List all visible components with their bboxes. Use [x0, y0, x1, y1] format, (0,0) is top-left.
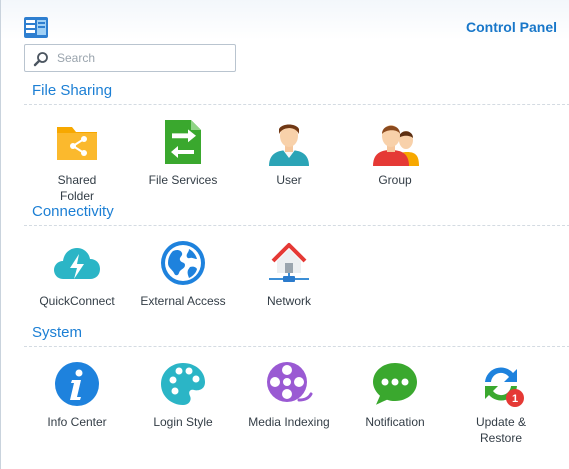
notification-item[interactable]: Notification [345, 360, 445, 430]
user-icon [269, 124, 309, 166]
info-center-icon [55, 362, 99, 406]
title-bar: Control Panel [1, 0, 569, 40]
section-divider [24, 104, 569, 105]
window-title: Control Panel [465, 19, 557, 35]
section-divider [24, 346, 569, 347]
external-access-item[interactable]: External Access [133, 239, 233, 309]
control-panel-window: Control Panel File Sharing Shared Folder [0, 0, 569, 469]
item-label: Shared Folder [57, 173, 97, 203]
section-title-connectivity: Connectivity [32, 203, 114, 220]
network-icon [269, 243, 309, 282]
item-label: External Access [140, 294, 226, 308]
item-label: Group [378, 173, 412, 187]
section-title-file-sharing: File Sharing [32, 82, 113, 99]
group-icon [373, 125, 419, 166]
notification-icon [373, 363, 417, 405]
item-label: Notification [365, 415, 425, 429]
login-style-item[interactable]: Login Style [133, 360, 233, 430]
file-services-icon [165, 120, 201, 164]
search-icon [33, 52, 48, 67]
section-divider [24, 225, 569, 226]
shared-folder-icon [57, 127, 97, 160]
user-item[interactable]: User [239, 118, 339, 188]
media-indexing-item[interactable]: Media Indexing [239, 360, 339, 430]
group-item[interactable]: Group [345, 118, 445, 188]
item-label: Media Indexing [248, 415, 330, 429]
update-badge-count: 1 [512, 393, 518, 405]
update-restore-icon: 1 [485, 367, 524, 407]
control-panel-app-icon [24, 17, 48, 38]
item-label: Login Style [153, 415, 213, 429]
file-services-item[interactable]: File Services [133, 118, 233, 188]
item-label: File Services [148, 173, 218, 187]
item-label: Update & Restore [475, 415, 527, 445]
search-box[interactable] [24, 44, 236, 72]
network-item[interactable]: Network [239, 239, 339, 309]
external-access-icon [161, 241, 205, 285]
item-label: QuickConnect [39, 294, 115, 308]
login-style-icon [161, 363, 205, 405]
shared-folder-item[interactable]: Shared Folder [27, 118, 127, 204]
quickconnect-icon [54, 248, 100, 279]
media-indexing-icon [267, 362, 313, 402]
info-center-item[interactable]: Info Center [27, 360, 127, 430]
item-label: User [276, 173, 302, 187]
item-label: Info Center [47, 415, 107, 429]
quickconnect-item[interactable]: QuickConnect [27, 239, 127, 309]
update-restore-item[interactable]: 1 Update & Restore [451, 360, 551, 446]
search-input[interactable] [55, 47, 235, 69]
section-title-system: System [32, 324, 83, 341]
item-label: Network [266, 294, 311, 308]
